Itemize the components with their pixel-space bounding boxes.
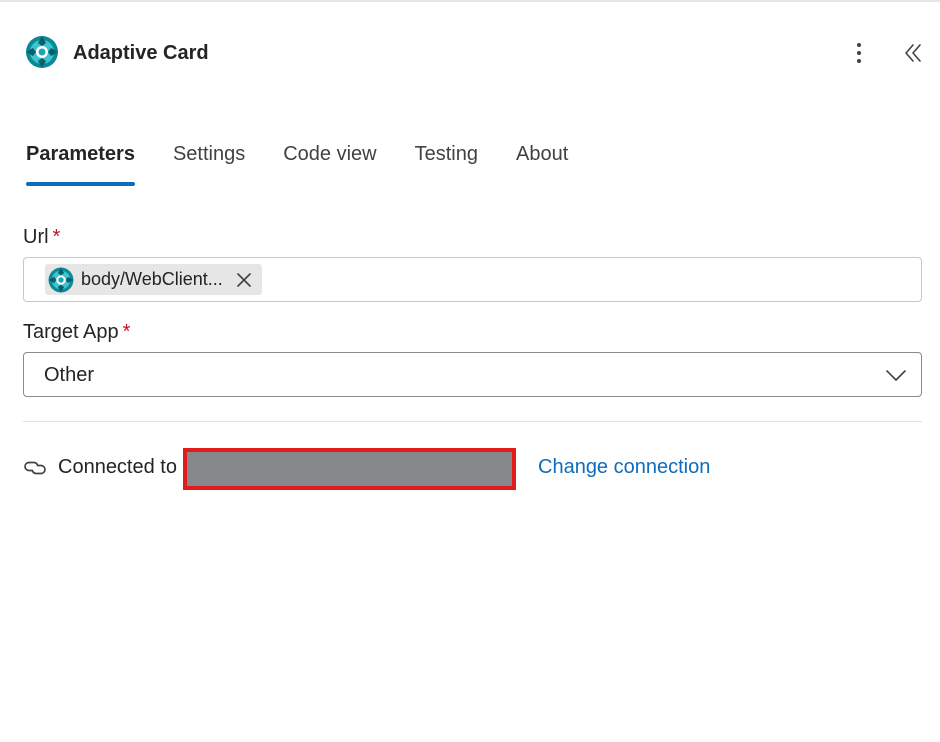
top-border xyxy=(0,0,940,2)
connection-status-text: Connected to xyxy=(58,456,177,478)
tab-testing[interactable]: Testing xyxy=(415,140,478,186)
dynamic-content-token[interactable]: body/WebClient... xyxy=(45,264,262,295)
more-dot xyxy=(857,51,861,55)
panel-header: Adaptive Card xyxy=(24,34,924,72)
dynamics-app-icon xyxy=(48,267,74,292)
panel-title: Adaptive Card xyxy=(73,42,209,64)
redacted-connection-name xyxy=(183,448,516,490)
target-app-selected-value: Other xyxy=(44,364,95,386)
more-vertical-icon xyxy=(857,43,861,47)
link-icon xyxy=(24,461,46,475)
close-icon xyxy=(237,272,251,287)
collapse-panel-button[interactable] xyxy=(902,40,924,66)
url-label-text: Url xyxy=(23,226,49,248)
tab-parameters[interactable]: Parameters xyxy=(26,140,135,186)
tab-settings[interactable]: Settings xyxy=(173,140,245,186)
target-app-label-text: Target App xyxy=(23,321,119,343)
tab-code-view[interactable]: Code view xyxy=(283,140,376,186)
more-options-button[interactable] xyxy=(848,38,870,68)
url-label: Url * xyxy=(23,226,60,249)
change-connection-link[interactable]: Change connection xyxy=(538,456,710,479)
remove-token-button[interactable] xyxy=(233,269,255,291)
section-divider xyxy=(23,421,922,422)
required-mark: * xyxy=(122,321,131,343)
url-field[interactable]: body/WebClient... xyxy=(23,257,922,302)
more-dot xyxy=(857,59,861,63)
required-mark: * xyxy=(52,226,61,248)
dynamics-app-icon xyxy=(26,36,58,68)
chevron-down-icon xyxy=(886,370,906,381)
target-app-dropdown[interactable]: Other xyxy=(23,352,922,397)
tab-about[interactable]: About xyxy=(516,140,568,186)
tab-bar: Parameters Settings Code view Testing Ab… xyxy=(26,140,606,186)
double-chevron-left-icon xyxy=(905,44,921,62)
token-label: body/WebClient... xyxy=(81,269,223,289)
target-app-label: Target App * xyxy=(23,321,130,344)
